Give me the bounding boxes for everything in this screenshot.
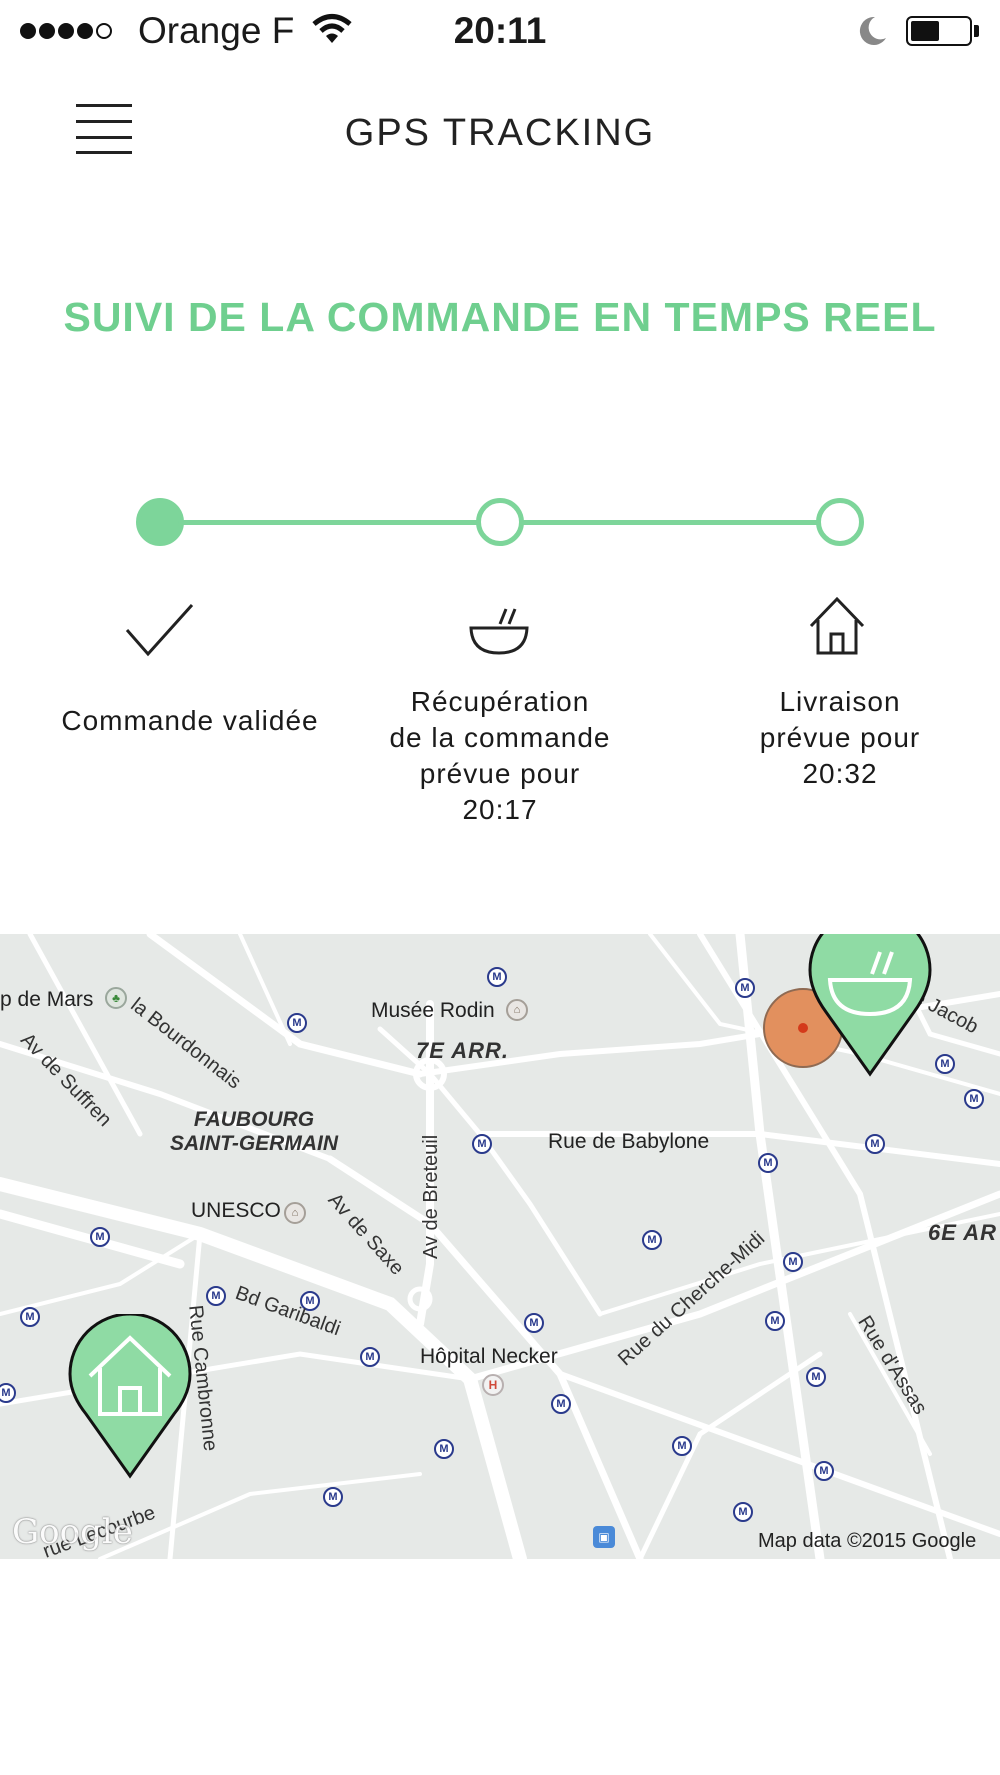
map-label-babylone: Rue de Babylone — [548, 1130, 710, 1153]
battery-icon — [906, 16, 972, 46]
metro-station-icon: M — [865, 1134, 885, 1154]
step-dot-validated — [136, 498, 184, 546]
courier-center-dot — [798, 1023, 808, 1033]
metro-station-icon: M — [765, 1311, 785, 1331]
map-label-6e-arr: 6E AR — [928, 1220, 997, 1245]
step-label-delivery-line-1: Livraison — [779, 686, 901, 717]
battery-nub — [974, 25, 979, 37]
home-marker-icon[interactable] — [68, 1314, 192, 1480]
map-attribution[interactable]: Map data ©2015 Google — [758, 1530, 976, 1553]
house-icon — [809, 596, 865, 655]
step-label-pickup-line-2: de la commande — [389, 722, 611, 753]
do-not-disturb-moon-icon — [859, 16, 886, 45]
step-label-pickup-time: 20:17 — [462, 794, 538, 825]
step-label-pickup-line-1: Récupération — [410, 686, 590, 717]
step-label-pickup: Récupération de la commande prévue pour … — [350, 684, 650, 828]
metro-station-icon: M — [814, 1461, 834, 1481]
map-label-champ-de-mars: p de Mars — [0, 988, 94, 1011]
bowl-icon — [469, 608, 529, 655]
museum-icon: ⌂ — [506, 999, 528, 1021]
metro-station-icon: M — [90, 1227, 110, 1247]
metro-station-icon: M — [472, 1134, 492, 1154]
status-bar: Orange F 20:11 — [0, 0, 1000, 64]
metro-station-icon: M — [758, 1153, 778, 1173]
tracking-map[interactable]: M M M M M M M M M M M M M M M M M M M M … — [0, 934, 1000, 1559]
metro-station-icon: M — [524, 1313, 544, 1333]
step-label-validated: Commande validée — [61, 705, 319, 736]
step-dot-pickup — [476, 498, 524, 546]
battery-level-fill — [911, 21, 939, 41]
tracking-heading: SUIVI DE LA COMMANDE EN TEMPS REEL — [63, 294, 937, 340]
museum-icon: ⌂ — [284, 1202, 306, 1224]
metro-station-icon: M — [735, 978, 755, 998]
train-station-icon: ▣ — [593, 1526, 615, 1548]
hospital-icon: H — [482, 1374, 504, 1396]
map-label-musee-rodin: Musée Rodin — [371, 999, 495, 1022]
metro-station-icon: M — [20, 1307, 40, 1327]
metro-station-icon: M — [360, 1347, 380, 1367]
checkmark-icon — [125, 603, 194, 657]
metro-station-icon: M — [964, 1089, 984, 1109]
metro-station-icon: M — [733, 1502, 753, 1522]
step-label-delivery-time: 20:32 — [802, 758, 878, 789]
metro-station-icon: M — [434, 1439, 454, 1459]
step-label-delivery-line-2: prévue pour — [759, 722, 921, 753]
google-logo: Google — [12, 1512, 133, 1552]
map-label-breteuil: Av de Breteuil — [420, 1134, 442, 1259]
metro-station-icon: M — [287, 1013, 307, 1033]
metro-station-icon: M — [206, 1286, 226, 1306]
metro-station-icon: M — [487, 967, 507, 987]
metro-station-icon: M — [935, 1054, 955, 1074]
metro-station-icon: M — [642, 1230, 662, 1250]
map-label-hopital-necker: Hôpital Necker — [420, 1345, 558, 1368]
metro-station-icon: M — [806, 1367, 826, 1387]
map-label-unesco: UNESCO — [191, 1199, 281, 1222]
map-label-faubourg-saint-germain: FAUBOURG SAINT-GERMAIN — [170, 1108, 338, 1155]
step-dot-delivery — [816, 498, 864, 546]
metro-station-icon: M — [551, 1394, 571, 1414]
status-time: 20:11 — [453, 10, 547, 51]
step-label-delivery: Livraison prévue pour 20:32 — [690, 684, 990, 792]
bowl-marker-icon[interactable] — [808, 934, 932, 1078]
metro-station-icon: M — [672, 1436, 692, 1456]
metro-station-icon: M — [323, 1487, 343, 1507]
metro-station-icon: M — [783, 1252, 803, 1272]
step-label-pickup-line-3: prévue pour — [419, 758, 581, 789]
page-title: GPS TRACKING — [344, 112, 656, 154]
map-label-7e-arr: 7E ARR. — [416, 1038, 509, 1063]
park-icon: ♣ — [105, 987, 127, 1009]
